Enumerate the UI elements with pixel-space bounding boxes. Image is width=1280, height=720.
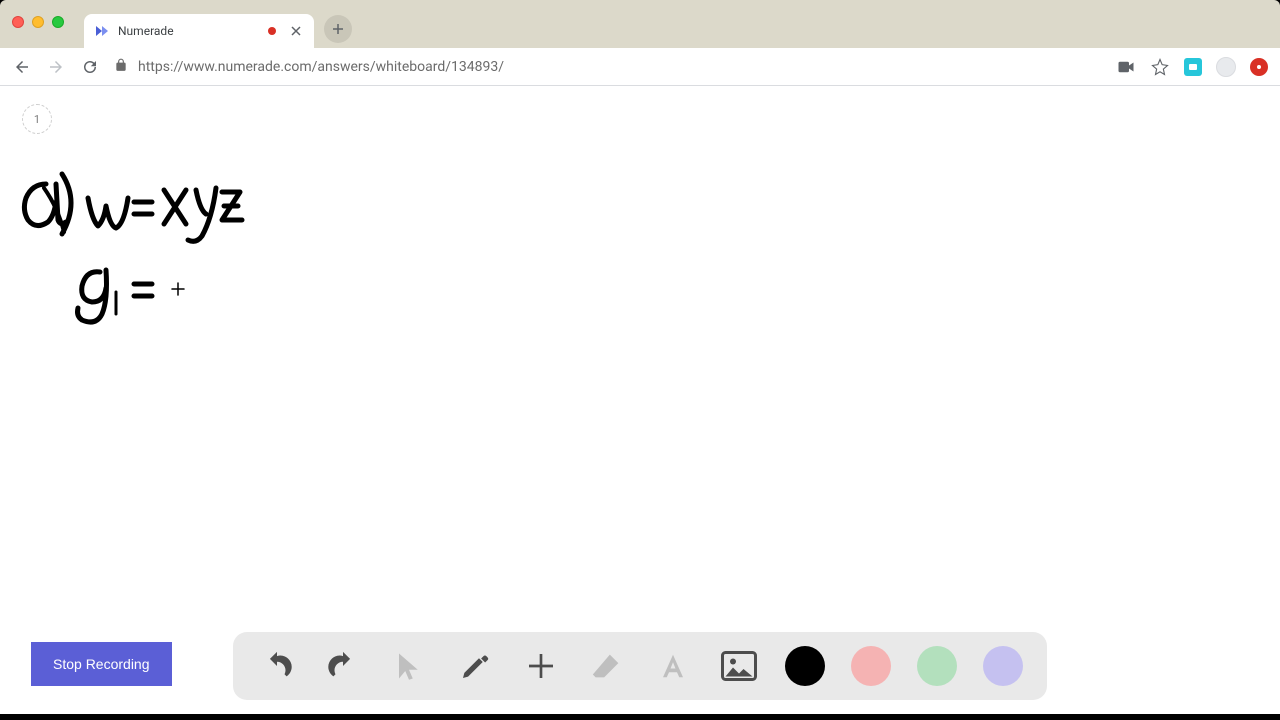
redo-button[interactable] (323, 646, 363, 686)
image-tool[interactable] (719, 646, 759, 686)
color-green[interactable] (917, 646, 957, 686)
forward-button[interactable] (46, 57, 66, 77)
stop-recording-button[interactable]: Stop Recording (31, 642, 172, 686)
plus-tool[interactable] (521, 646, 561, 686)
titlebar: Numerade (0, 0, 1280, 48)
color-purple[interactable] (983, 646, 1023, 686)
url-text: https://www.numerade.com/answers/whitebo… (138, 59, 504, 75)
reload-button[interactable] (80, 57, 100, 77)
color-black[interactable] (785, 646, 825, 686)
urlbar-right-icons (1116, 57, 1268, 77)
pointer-tool[interactable] (389, 646, 429, 686)
browser-tab[interactable]: Numerade (84, 14, 314, 48)
browser-window: Numerade https://www.numerade.co (0, 0, 1280, 720)
back-button[interactable] (12, 57, 32, 77)
pen-tool[interactable] (455, 646, 495, 686)
tab-favicon-icon (94, 23, 110, 39)
text-tool[interactable] (653, 646, 693, 686)
whiteboard-toolbar (233, 632, 1047, 700)
urlbar-row: https://www.numerade.com/answers/whitebo… (0, 48, 1280, 86)
urlbar[interactable]: https://www.numerade.com/answers/whitebo… (114, 58, 1102, 76)
page-content: 1 (0, 86, 1280, 714)
tab-title: Numerade (118, 24, 260, 38)
extension-teal-icon[interactable] (1184, 58, 1202, 76)
profile-avatar[interactable] (1216, 57, 1236, 77)
window-minimize-button[interactable] (32, 16, 44, 28)
whiteboard-canvas[interactable] (0, 86, 1280, 714)
window-controls (12, 16, 64, 28)
tabs-row: Numerade (84, 0, 352, 48)
star-icon[interactable] (1150, 57, 1170, 77)
tab-close-button[interactable] (288, 23, 304, 39)
window-close-button[interactable] (12, 16, 24, 28)
camera-icon[interactable] (1116, 57, 1136, 77)
color-pink[interactable] (851, 646, 891, 686)
lock-icon (114, 58, 128, 76)
window-zoom-button[interactable] (52, 16, 64, 28)
new-tab-button[interactable] (324, 15, 352, 43)
bottom-border (0, 714, 1280, 720)
extension-red-icon[interactable] (1250, 58, 1268, 76)
recording-indicator-icon (268, 27, 276, 35)
undo-button[interactable] (257, 646, 297, 686)
eraser-tool[interactable] (587, 646, 627, 686)
